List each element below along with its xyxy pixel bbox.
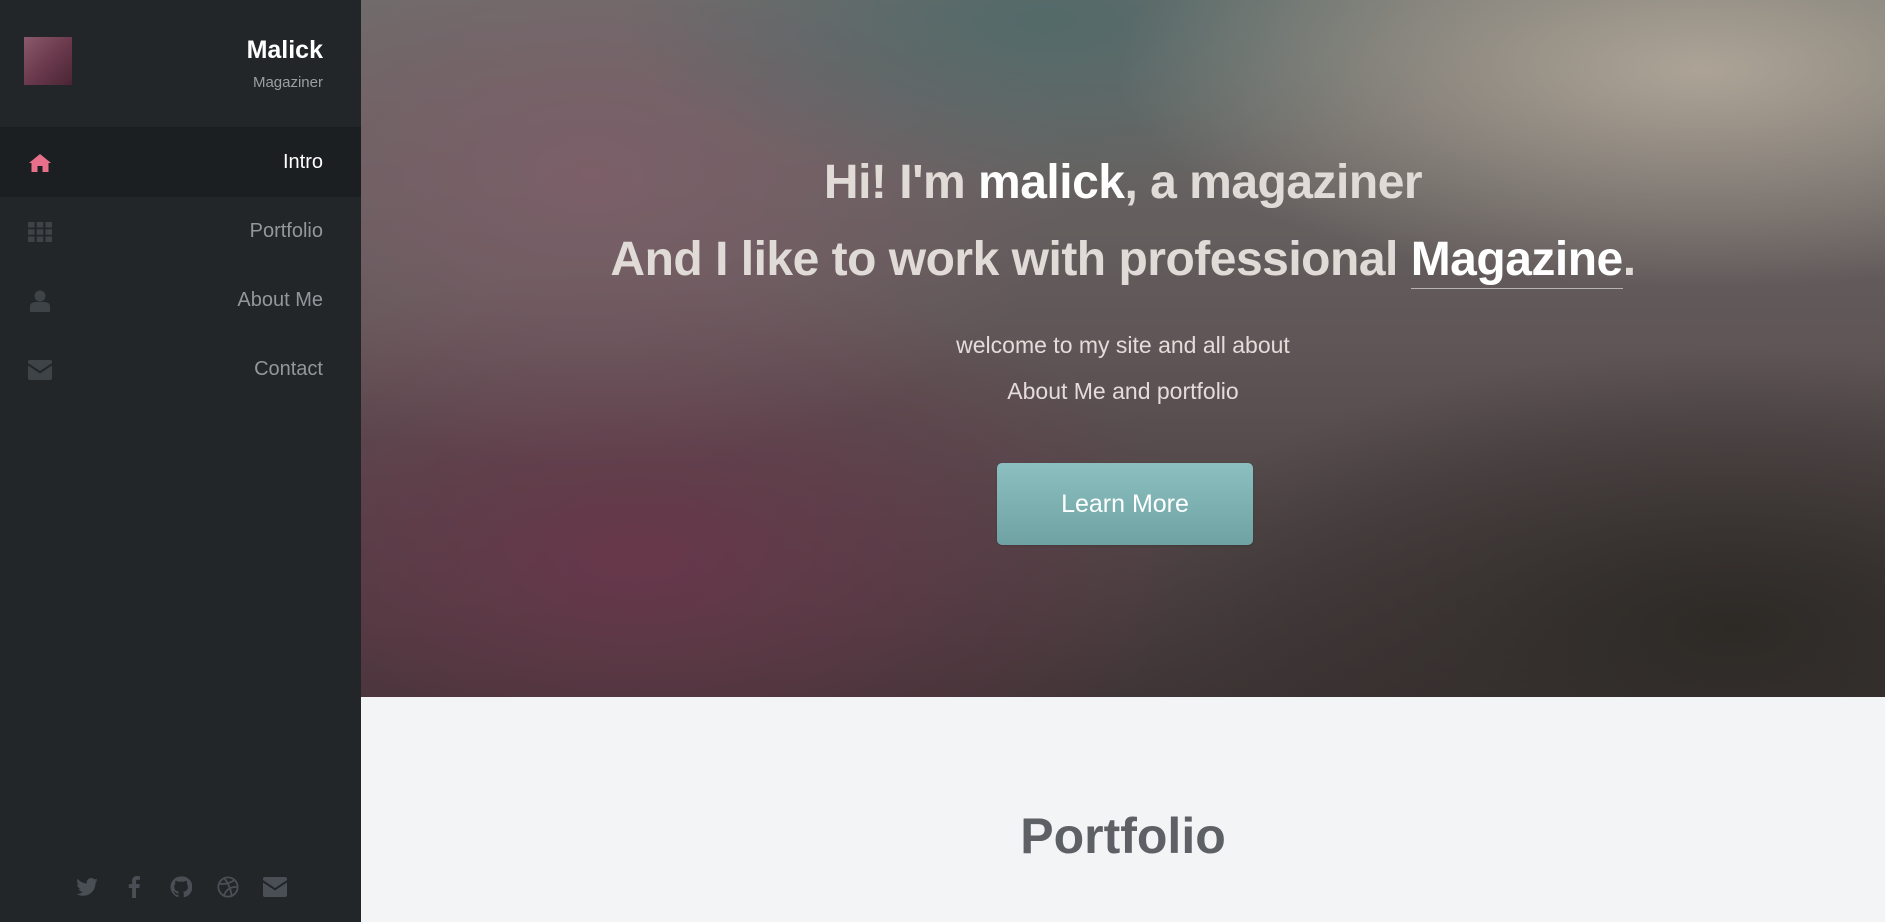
sidebar: Malick Magaziner Intro Portfolio About M…: [0, 0, 361, 922]
sidebar-item-label: Portfolio: [249, 220, 323, 242]
sidebar-item-label: Intro: [282, 151, 323, 173]
sidebar-nav: Intro Portfolio About Me Contact: [0, 128, 361, 404]
user-icon: [27, 288, 53, 314]
hero-section: Hi! I'm malick, a magaziner And I like t…: [361, 0, 1885, 697]
headline-text: And I like to work with professional: [610, 233, 1411, 286]
sidebar-item-about-me[interactable]: About Me: [0, 266, 361, 335]
hero-subtitle-line2: About Me and portfolio: [1007, 378, 1239, 404]
envelope-icon: [27, 357, 53, 383]
sidebar-item-portfolio[interactable]: Portfolio: [0, 197, 361, 266]
headline-text: , a magaziner: [1124, 156, 1423, 209]
envelope-icon[interactable]: [262, 874, 288, 900]
hero-subtitle-line1: welcome to my site and all about: [956, 332, 1290, 358]
hero-headline-line1: Hi! I'm malick, a magaziner: [361, 155, 1885, 210]
portfolio-section: Portfolio: [361, 697, 1885, 922]
home-icon: [27, 150, 53, 176]
profile-header: Malick Magaziner: [0, 0, 361, 128]
sidebar-item-contact[interactable]: Contact: [0, 335, 361, 404]
dribbble-icon[interactable]: [215, 874, 241, 900]
facebook-icon[interactable]: [121, 874, 147, 900]
hero-headline-line2: And I like to work with professional Mag…: [361, 232, 1885, 289]
profile-role: Magaziner: [252, 74, 323, 91]
github-icon[interactable]: [168, 874, 194, 900]
avatar[interactable]: [24, 37, 72, 85]
headline-name: malick: [978, 156, 1125, 209]
portfolio-title: Portfolio: [1020, 808, 1226, 864]
learn-more-button[interactable]: Learn More: [997, 463, 1253, 545]
headline-text: .: [1622, 233, 1636, 286]
sidebar-item-label: Contact: [254, 358, 323, 380]
twitter-icon[interactable]: [74, 874, 100, 900]
sidebar-item-intro[interactable]: Intro: [0, 128, 361, 197]
profile-name: Malick: [246, 36, 323, 64]
headline-highlight-link[interactable]: Magazine: [1410, 233, 1623, 289]
sidebar-item-label: About Me: [237, 289, 323, 311]
social-links: [0, 874, 361, 900]
grid-icon: [27, 219, 53, 245]
headline-text: Hi! I'm: [823, 156, 979, 209]
